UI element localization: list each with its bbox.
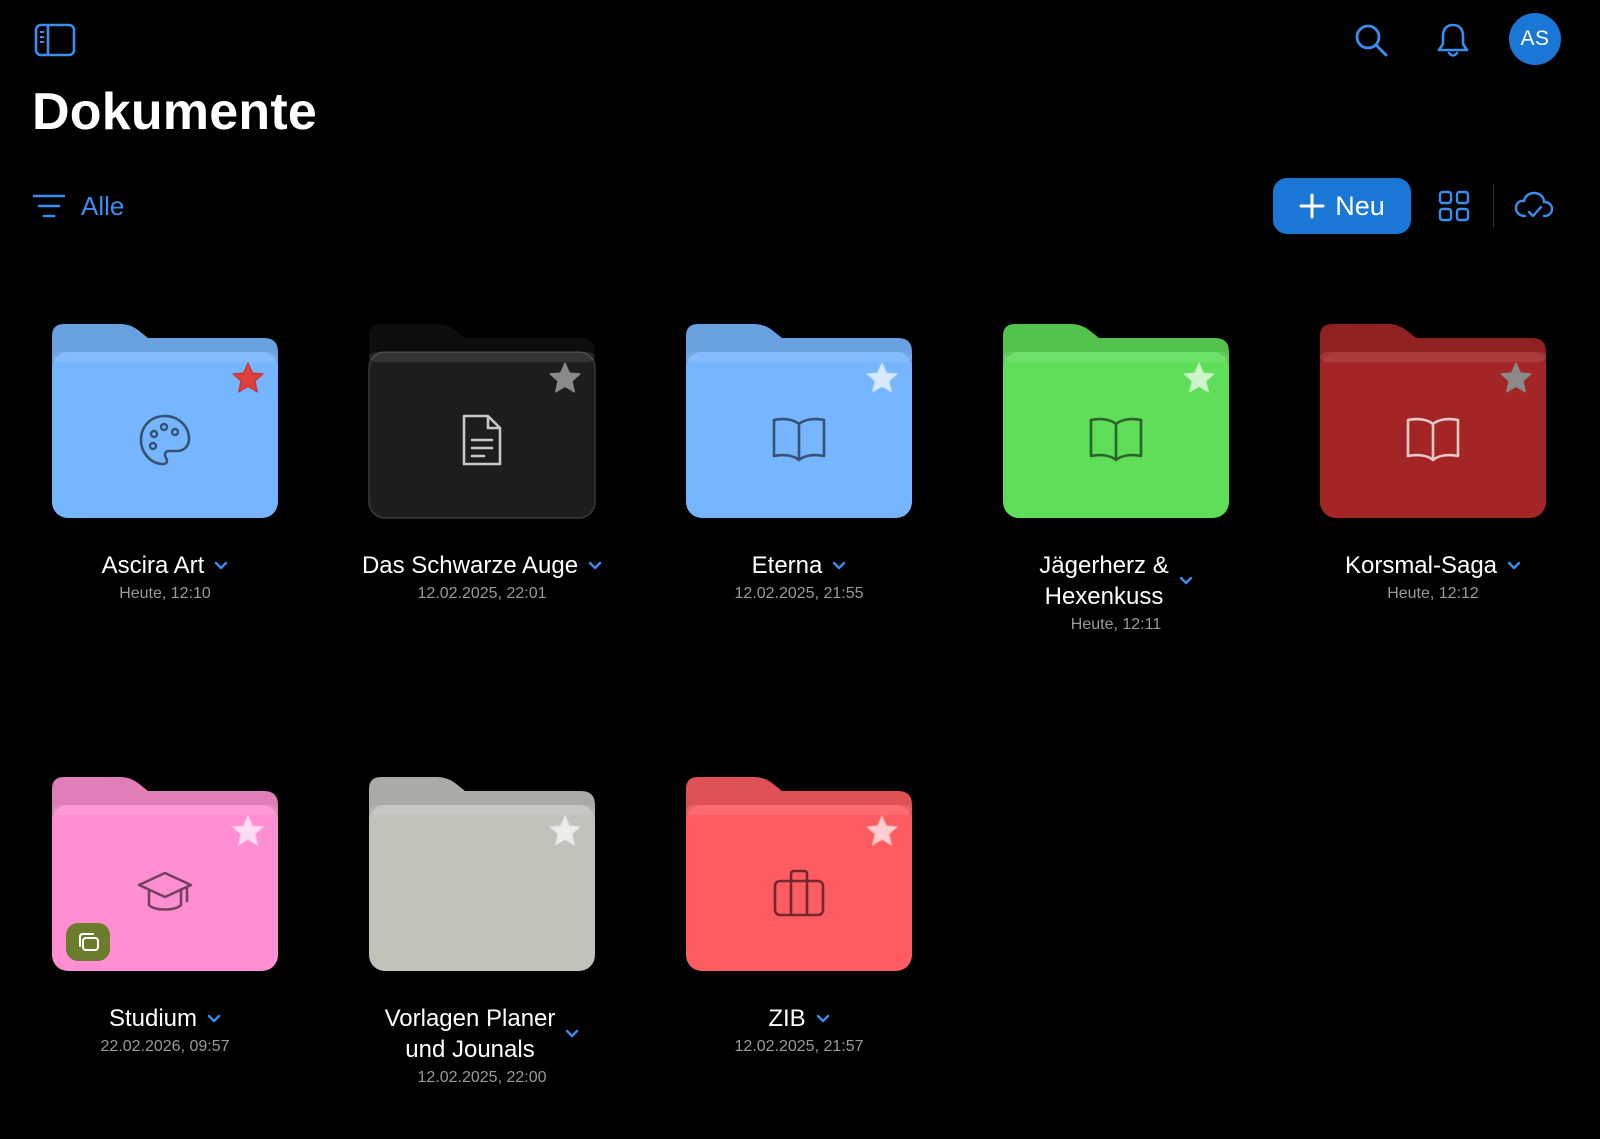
cloud-sync-button[interactable] <box>1510 184 1558 228</box>
folder-graphic[interactable] <box>367 322 597 522</box>
folder-name: ZIB <box>768 1005 806 1032</box>
chevron-down-icon <box>833 561 846 569</box>
book-icon <box>1403 410 1463 470</box>
folder-name-line: und Jounals <box>405 1036 535 1063</box>
folder-name-line: Hexenkuss <box>1044 583 1164 610</box>
star-icon[interactable] <box>1498 360 1534 396</box>
new-button-label: Neu <box>1335 190 1385 221</box>
folder-name: Ascira Art <box>101 552 205 579</box>
folder-name: Eterna <box>751 552 823 579</box>
star-icon[interactable] <box>1181 360 1217 396</box>
folder-type-icon <box>452 863 512 923</box>
folder-name-menu[interactable]: ZIB <box>768 1003 829 1034</box>
folder-date: Heute, 12:12 <box>1387 585 1479 602</box>
filter-icon <box>33 194 65 218</box>
folder-date: 12.02.2025, 21:57 <box>734 1038 864 1055</box>
folder-graphic[interactable] <box>367 775 597 975</box>
folder-name-menu[interactable]: Das Schwarze Auge <box>362 550 602 581</box>
sidebar-toggle-button[interactable] <box>32 20 78 60</box>
folder-graphic[interactable] <box>50 775 280 975</box>
folder-date: Heute, 12:10 <box>119 585 211 602</box>
folder-graphic[interactable] <box>684 775 914 975</box>
star-icon[interactable] <box>864 813 900 849</box>
folder-graphic[interactable] <box>50 322 280 522</box>
grid-view-button[interactable] <box>1432 184 1476 228</box>
folder-name-line: Vorlagen Planer <box>384 1005 556 1032</box>
graduation-cap-icon <box>135 863 195 923</box>
folder-name-menu[interactable]: Eterna <box>752 550 847 581</box>
chevron-down-icon <box>1179 576 1192 585</box>
folder-graphic[interactable] <box>1001 322 1231 522</box>
page-title: Dokumente <box>32 83 317 141</box>
palette-icon <box>135 410 195 470</box>
chevron-down-icon <box>1507 561 1521 569</box>
search-icon <box>1355 24 1388 57</box>
filter-button[interactable]: Alle <box>33 186 124 226</box>
star-icon[interactable] <box>547 813 583 849</box>
briefcase-icon <box>769 863 829 923</box>
folder-name: Vorlagen Planer und Jounals <box>385 1003 556 1065</box>
folder-date: 12.02.2025, 21:55 <box>734 585 864 602</box>
folder-graphic[interactable] <box>1318 322 1548 522</box>
filter-label: Alle <box>81 190 125 221</box>
folder-date: Heute, 12:11 <box>1070 616 1162 633</box>
bell-icon <box>1437 23 1469 57</box>
chevron-down-icon <box>215 561 228 569</box>
star-icon[interactable] <box>547 360 583 396</box>
folder-date: 12.02.2025, 22:01 <box>417 585 547 602</box>
folder-name: Korsmal-Saga <box>1344 552 1498 579</box>
folder-date: 22.02.2026, 09:57 <box>100 1038 230 1055</box>
cloud-check-icon <box>1514 191 1554 218</box>
folder-name-menu[interactable]: Korsmal-Saga <box>1345 550 1521 581</box>
folder-name-menu[interactable]: Ascira Art <box>102 550 229 581</box>
new-button[interactable]: Neu <box>1273 178 1411 234</box>
toolbar-divider <box>1493 184 1494 228</box>
folder-name: Studium <box>108 1005 198 1032</box>
folder-name: Jägerherz & Hexenkuss <box>1039 550 1168 612</box>
folder-name-menu[interactable]: Vorlagen Planer und Jounals <box>385 1003 580 1065</box>
user-avatar[interactable]: AS <box>1509 13 1561 65</box>
shared-badge <box>66 923 110 961</box>
book-icon <box>1086 410 1146 470</box>
avatar-initials: AS <box>1520 27 1550 50</box>
folder-graphic[interactable] <box>684 322 914 522</box>
plus-icon <box>1299 193 1325 219</box>
chevron-down-icon <box>588 561 602 569</box>
chevron-down-icon <box>566 1029 579 1038</box>
folder-name-line: Jägerherz & <box>1039 552 1169 579</box>
star-icon[interactable] <box>864 360 900 396</box>
chevron-down-icon <box>207 1014 221 1022</box>
book-icon <box>769 410 829 470</box>
sidebar-toggle-icon <box>34 23 76 57</box>
folder-name: Das Schwarze Auge <box>361 552 579 579</box>
folder-date: 12.02.2025, 22:00 <box>417 1069 547 1086</box>
search-button[interactable] <box>1348 18 1394 62</box>
star-icon[interactable] <box>230 360 266 396</box>
document-icon <box>452 410 512 470</box>
shared-icon <box>79 933 99 951</box>
chevron-down-icon <box>816 1014 829 1022</box>
notifications-button[interactable] <box>1430 18 1476 62</box>
grid-icon <box>1438 190 1470 222</box>
folder-name-menu[interactable]: Jägerherz & Hexenkuss <box>1039 550 1192 612</box>
folder-name-menu[interactable]: Studium <box>109 1003 221 1034</box>
star-icon[interactable] <box>230 813 266 849</box>
